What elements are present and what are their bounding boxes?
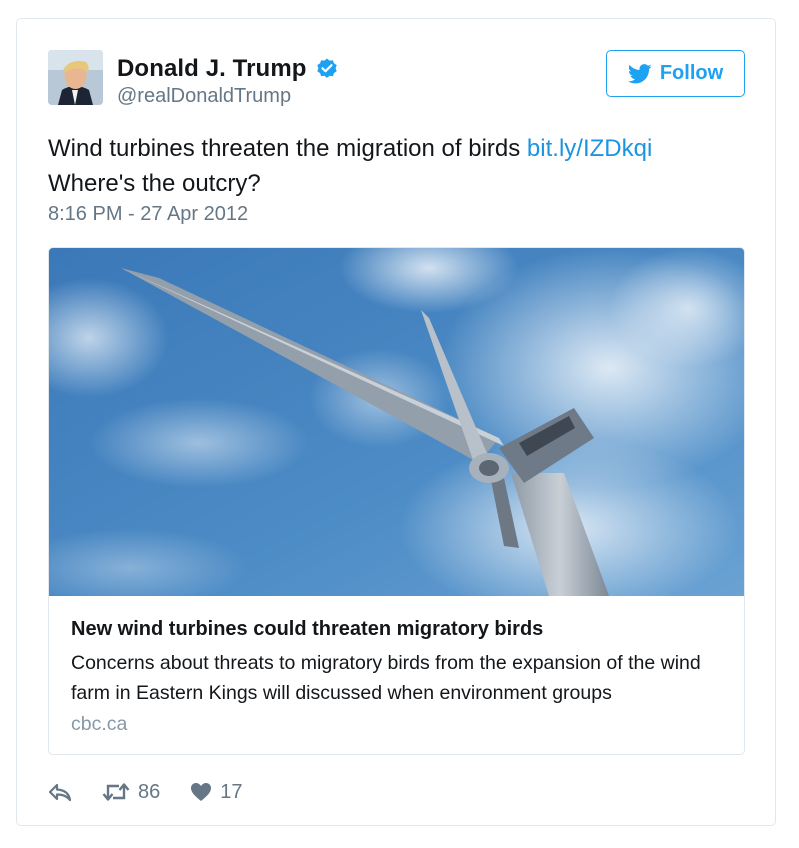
twitter-bird-icon (627, 63, 652, 84)
follow-button[interactable]: Follow (606, 50, 745, 97)
card-image-wind-turbine (49, 248, 744, 618)
author-handle[interactable]: @realDonaldTrump (117, 85, 291, 108)
reply-button[interactable] (48, 782, 72, 802)
like-button[interactable]: 17 (190, 780, 243, 804)
follow-button-label: Follow (659, 62, 724, 84)
card-domain: cbc.ca (71, 713, 128, 735)
tweet-link[interactable]: bit.ly/IZDkqi (527, 135, 652, 162)
retweet-icon (102, 782, 130, 802)
link-card[interactable]: New wind turbines could threaten migrato… (48, 247, 745, 755)
tweet-timestamp[interactable]: 8:16 PM - 27 Apr 2012 (48, 203, 248, 226)
card-title: New wind turbines could threaten migrato… (71, 618, 544, 640)
avatar[interactable] (48, 50, 103, 105)
tweet-text-line-1: Wind turbines threaten the migration of … (48, 135, 527, 162)
retweet-button[interactable]: 86 (102, 781, 160, 804)
like-count: 17 (220, 780, 243, 803)
tweet-card: Donald J. Trump @realDonaldTrump Follow … (16, 18, 776, 826)
author-name-row: Donald J. Trump (117, 55, 339, 83)
verified-badge-icon (315, 57, 339, 81)
heart-icon (190, 782, 212, 802)
tweet-text: Wind turbines threaten the migration of … (48, 131, 748, 201)
retweet-count: 86 (138, 780, 161, 803)
tweet-actions: 86 17 (48, 779, 243, 805)
reply-icon (48, 782, 72, 802)
card-description: Concerns about threats to migratory bird… (71, 652, 701, 704)
tweet-text-line-2: Where's the outcry? (48, 170, 261, 197)
display-name[interactable]: Donald J. Trump (117, 55, 307, 83)
